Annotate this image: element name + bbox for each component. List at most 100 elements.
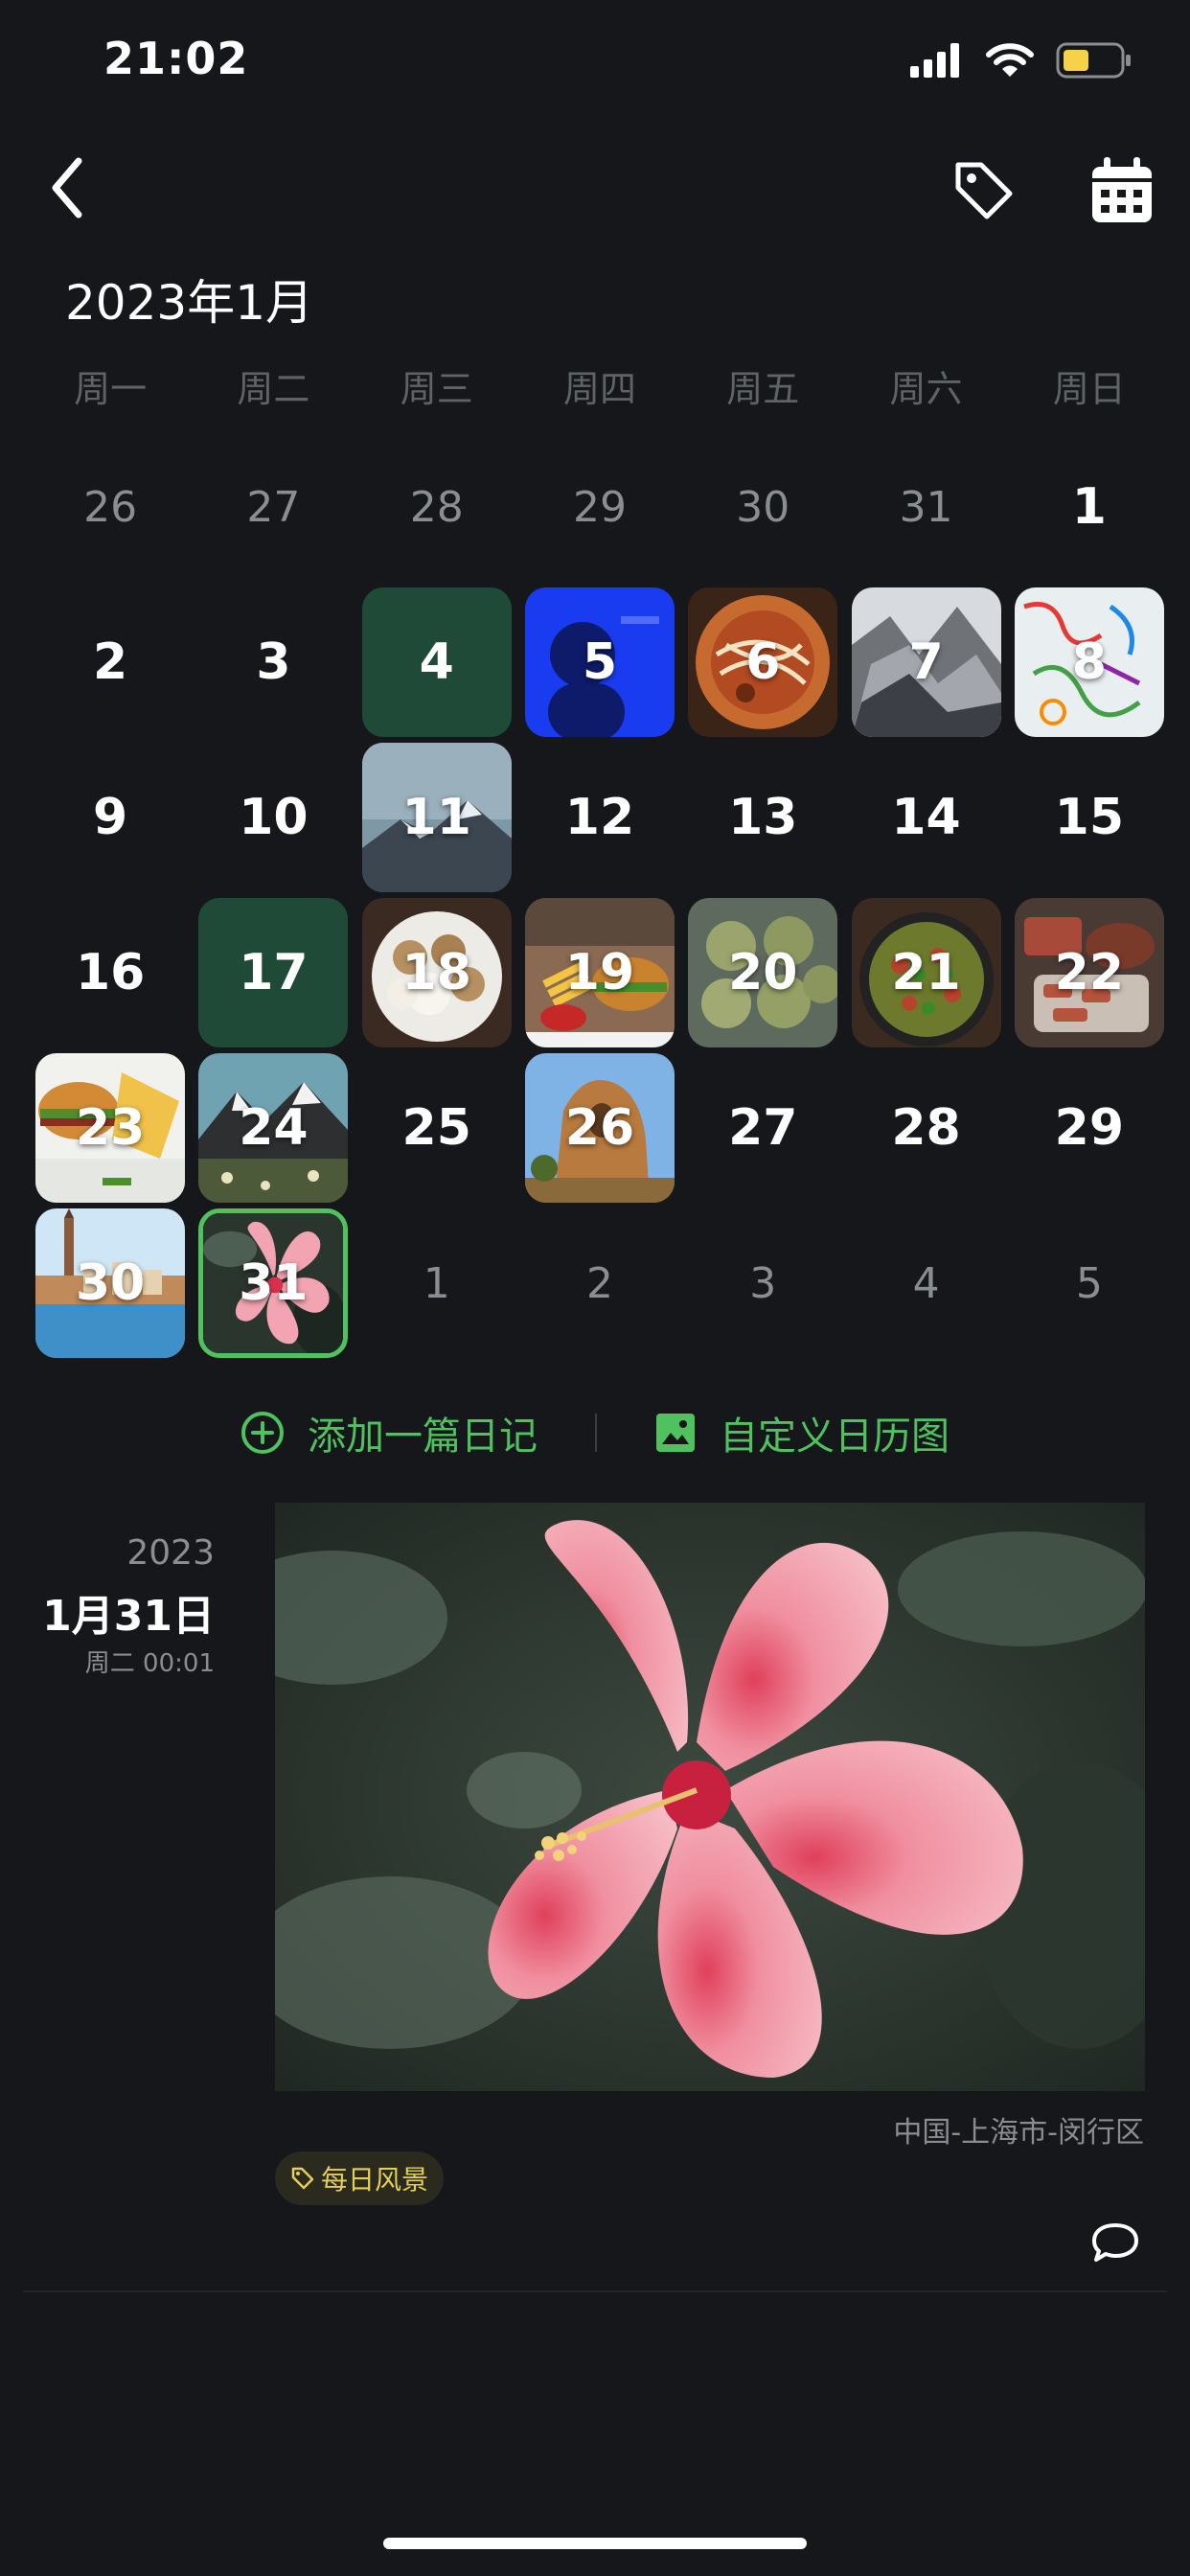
calendar-day[interactable]: 24 bbox=[198, 1053, 349, 1203]
calendar-day[interactable]: 1 bbox=[362, 1208, 512, 1358]
add-circle-icon bbox=[241, 1412, 284, 1454]
calendar-day-number: 12 bbox=[564, 789, 635, 846]
tag-icon[interactable] bbox=[949, 155, 1018, 224]
calendar-cell: 30 bbox=[29, 1206, 192, 1361]
calendar-cell: 21 bbox=[844, 895, 1007, 1050]
calendar-day[interactable]: 25 bbox=[362, 1053, 512, 1203]
calendar-cell: 11 bbox=[355, 740, 518, 895]
calendar-day[interactable]: 5 bbox=[524, 587, 675, 737]
calendar-day-selected[interactable]: 31 bbox=[198, 1208, 349, 1358]
calendar-day-number: 13 bbox=[728, 789, 798, 846]
weekday-label: 周三 bbox=[400, 368, 473, 410]
calendar-day[interactable]: 4 bbox=[361, 587, 512, 737]
calendar-day-number: 5 bbox=[582, 633, 618, 691]
calendar-cell: 26 bbox=[29, 429, 192, 585]
calendar-day[interactable]: 26 bbox=[35, 432, 185, 582]
calendar-cell: 1 bbox=[355, 1206, 518, 1361]
status-time: 21:02 bbox=[103, 33, 249, 84]
calendar-day[interactable]: 30 bbox=[35, 1208, 186, 1358]
wifi-icon bbox=[986, 43, 1034, 77]
custom-calendar-image-label: 自定义日历图 bbox=[720, 1414, 950, 1459]
calendar-day-number: 28 bbox=[891, 1099, 961, 1157]
entry-location: 中国-上海市-闵行区 bbox=[893, 2116, 1144, 2150]
calendar-day[interactable]: 31 bbox=[852, 432, 1001, 582]
calendar-day-number: 20 bbox=[728, 944, 798, 1001]
calendar-day-number: 19 bbox=[564, 944, 635, 1001]
calendar-day[interactable]: 7 bbox=[851, 587, 1001, 737]
calendar-day[interactable]: 19 bbox=[524, 898, 675, 1047]
add-diary-button[interactable]: 添加一篇日记 bbox=[240, 1405, 538, 1460]
back-icon[interactable] bbox=[38, 150, 115, 226]
calendar-day-number: 16 bbox=[75, 944, 146, 1001]
calendar-day[interactable]: 16 bbox=[35, 898, 185, 1047]
calendar-day-number: 26 bbox=[83, 482, 138, 532]
calendar-day[interactable]: 10 bbox=[198, 743, 348, 892]
calendar-day[interactable]: 9 bbox=[35, 743, 185, 892]
calendar-day[interactable]: 21 bbox=[851, 898, 1001, 1047]
calendar-day-number: 3 bbox=[749, 1258, 777, 1308]
calendar-day[interactable]: 27 bbox=[688, 1053, 837, 1203]
entry-date: 1月31日 bbox=[42, 1592, 215, 1641]
calendar-day[interactable]: 11 bbox=[361, 743, 512, 892]
calendar-cell: 18 bbox=[355, 895, 518, 1050]
entry-photo[interactable] bbox=[275, 1503, 1145, 2091]
calendar-day[interactable]: 8 bbox=[1014, 587, 1164, 737]
calendar-icon[interactable] bbox=[1085, 153, 1159, 228]
calendar-day[interactable]: 28 bbox=[852, 1053, 1001, 1203]
calendar-day[interactable]: 30 bbox=[688, 432, 837, 582]
entry-tag[interactable]: 每日风景 bbox=[275, 2151, 445, 2205]
calendar-day-number: 4 bbox=[419, 633, 454, 691]
calendar-day-number: 1 bbox=[1071, 478, 1107, 536]
calendar-day[interactable]: 28 bbox=[362, 432, 512, 582]
calendar-day[interactable]: 18 bbox=[361, 898, 512, 1047]
calendar-cell: 8 bbox=[1008, 585, 1171, 740]
calendar-day[interactable]: 22 bbox=[1014, 898, 1164, 1047]
calendar-day[interactable]: 23 bbox=[35, 1053, 186, 1203]
entry-tag-label: 每日风景 bbox=[321, 2164, 429, 2196]
calendar-day[interactable]: 14 bbox=[852, 743, 1001, 892]
calendar-day-number: 15 bbox=[1054, 789, 1125, 846]
calendar-cell: 29 bbox=[518, 429, 681, 585]
home-indicator bbox=[383, 2538, 807, 2549]
calendar-cell: 22 bbox=[1008, 895, 1171, 1050]
calendar-day[interactable]: 29 bbox=[1015, 1053, 1164, 1203]
calendar-day[interactable]: 27 bbox=[198, 432, 348, 582]
calendar-cell: 23 bbox=[29, 1050, 192, 1206]
calendar-cell: 2 bbox=[29, 585, 192, 740]
calendar-cell: 4 bbox=[844, 1206, 1007, 1361]
weekday-label: 周四 bbox=[562, 368, 636, 410]
calendar-day[interactable]: 26 bbox=[524, 1053, 675, 1203]
calendar-day-number: 30 bbox=[75, 1254, 146, 1312]
calendar-day[interactable]: 2 bbox=[35, 587, 185, 737]
calendar-day[interactable]: 13 bbox=[688, 743, 837, 892]
calendar-cell: 26 bbox=[518, 1050, 681, 1206]
calendar-grid: 26 27 28 29 30 31 1 2 3 4 5 6 7 8 9 10 11 12 13 14 15 16 17 18 1… bbox=[29, 429, 1171, 1361]
calendar-day-number: 11 bbox=[401, 789, 471, 846]
calendar-day[interactable]: 2 bbox=[525, 1208, 675, 1358]
calendar-day-number: 2 bbox=[585, 1258, 613, 1308]
calendar-day[interactable]: 15 bbox=[1015, 743, 1164, 892]
calendar-day[interactable]: 1 bbox=[1015, 432, 1164, 582]
custom-calendar-image-button[interactable]: 自定义日历图 bbox=[654, 1405, 950, 1460]
calendar-day[interactable]: 17 bbox=[198, 898, 349, 1047]
calendar-cell: 7 bbox=[844, 585, 1007, 740]
calendar-day-number: 14 bbox=[891, 789, 961, 846]
calendar-day[interactable]: 3 bbox=[688, 1208, 837, 1358]
calendar-day[interactable]: 6 bbox=[688, 587, 838, 737]
calendar-cell: 27 bbox=[192, 429, 355, 585]
calendar-day-number: 21 bbox=[891, 944, 961, 1001]
calendar-cell: 10 bbox=[192, 740, 355, 895]
calendar-day[interactable]: 20 bbox=[688, 898, 838, 1047]
calendar-day[interactable]: 3 bbox=[198, 587, 348, 737]
calendar-day[interactable]: 12 bbox=[525, 743, 675, 892]
calendar-cell: 13 bbox=[681, 740, 844, 895]
calendar-cell: 9 bbox=[29, 740, 192, 895]
calendar-day[interactable]: 4 bbox=[852, 1208, 1001, 1358]
calendar-cell: 16 bbox=[29, 895, 192, 1050]
comment-icon[interactable] bbox=[1090, 2221, 1140, 2266]
calendar-day[interactable]: 29 bbox=[525, 432, 675, 582]
calendar-cell: 24 bbox=[192, 1050, 355, 1206]
calendar-day[interactable]: 5 bbox=[1015, 1208, 1164, 1358]
status-icons bbox=[910, 42, 1133, 79]
entry-divider bbox=[23, 2290, 1167, 2292]
